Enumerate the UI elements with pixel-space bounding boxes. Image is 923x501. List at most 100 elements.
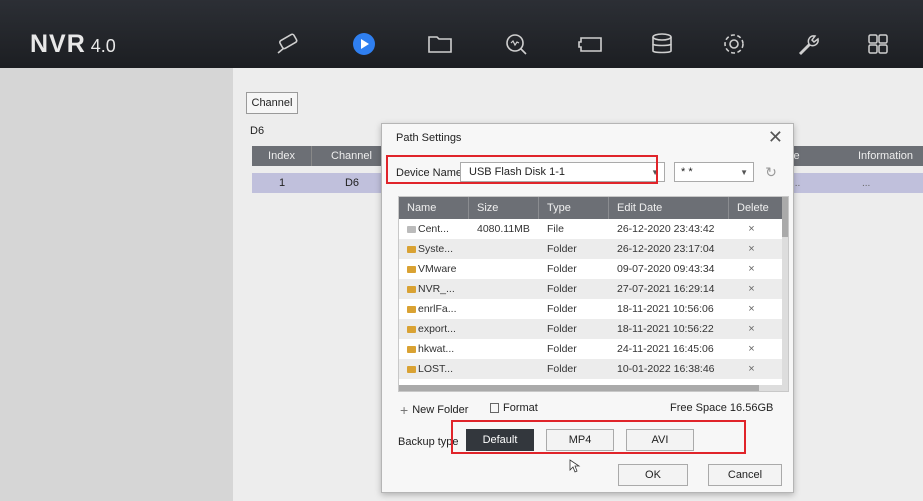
file-type: Folder: [547, 323, 577, 335]
file-type: Folder: [547, 343, 577, 355]
file-size: [469, 279, 539, 299]
event-icon[interactable]: [574, 30, 606, 58]
cell-information: ...: [862, 177, 871, 189]
new-folder-button[interactable]: + New Folder: [400, 402, 468, 418]
delete-icon[interactable]: ×: [729, 299, 774, 319]
file-name: LOST...: [399, 359, 469, 379]
plus-icon: +: [400, 402, 409, 418]
file-edit-date: 18-11-2021 10:56:06: [617, 303, 714, 315]
horizontal-scrollbar[interactable]: [399, 385, 784, 391]
delete-icon[interactable]: ×: [729, 239, 774, 259]
table-row[interactable]: enrlFa... Folder 18-11-2021 10:56:06 ×: [399, 299, 788, 319]
mouse-cursor-icon: [569, 459, 581, 473]
file-type: File: [547, 223, 564, 235]
ok-button[interactable]: OK: [618, 464, 688, 486]
folder-icon: [407, 325, 416, 333]
file-edit-date: 10-01-2022 16:38:46: [617, 363, 715, 375]
file-name: Cent...: [399, 219, 469, 239]
camera-icon[interactable]: [272, 30, 304, 58]
file-size: [469, 359, 539, 379]
format-label: Format: [503, 402, 538, 414]
table-row[interactable]: VMware Folder 09-07-2020 09:43:34 ×: [399, 259, 788, 279]
file-size: [469, 299, 539, 319]
file-size: 4080.11MB: [477, 223, 530, 235]
file-type: Folder: [547, 363, 577, 375]
bg-table-header-right: ze Information: [780, 146, 923, 166]
table-row[interactable]: Syste... Folder 26-12-2020 23:17:04 ×: [399, 239, 788, 259]
header-index: Index: [252, 146, 312, 166]
filter-value: * *: [681, 166, 693, 178]
file-name-text: NVR_...: [418, 283, 455, 295]
new-folder-label: New Folder: [412, 404, 469, 416]
delete-icon[interactable]: ×: [729, 319, 774, 339]
file-edit-date: 09-07-2020 09:43:34: [617, 263, 715, 275]
file-edit-date: 27-07-2021 16:29:14: [617, 283, 715, 295]
file-name: hkwat...: [399, 339, 469, 359]
col-type[interactable]: Type: [539, 197, 609, 219]
folder-icon: [407, 345, 416, 353]
settings-icon[interactable]: [718, 30, 750, 58]
col-size[interactable]: Size: [469, 197, 539, 219]
refresh-icon[interactable]: ↻: [762, 163, 780, 181]
table-row[interactable]: hkwat... Folder 24-11-2021 16:45:06 ×: [399, 339, 788, 359]
file-name-text: VMware: [418, 263, 457, 275]
file-type: Folder: [547, 243, 577, 255]
file-name-text: Syste...: [418, 243, 454, 255]
wrench-icon[interactable]: [792, 30, 824, 58]
folder-icon: [407, 365, 416, 373]
search-icon[interactable]: [500, 30, 532, 58]
storage-icon[interactable]: [646, 30, 678, 58]
file-edit-date: 26-12-2020 23:43:42: [617, 223, 715, 235]
table-row-right[interactable]: ... ...: [780, 173, 923, 193]
file-table-header: Name Size Type Edit Date Delete: [399, 197, 788, 219]
file-size: [469, 339, 539, 359]
cancel-button[interactable]: Cancel: [708, 464, 782, 486]
logo-version: 4.0: [90, 36, 116, 56]
file-name-text: Cent...: [418, 223, 449, 235]
cell-index: 1: [278, 177, 286, 189]
dialog-title: Path Settings: [396, 132, 462, 144]
file-name: VMware: [399, 259, 469, 279]
dropdown-arrow-icon: ▼: [740, 167, 748, 177]
folder-icon[interactable]: [424, 30, 456, 58]
table-row[interactable]: 1 D6: [252, 173, 392, 193]
cell-channel: D6: [344, 177, 360, 189]
file-rows: Cent... 4080.11MB File 26-12-2020 23:43:42 ×…: [399, 219, 788, 379]
format-button[interactable]: Format: [490, 402, 538, 414]
bg-table-header: Index Channel: [252, 146, 392, 166]
file-name-text: LOST...: [418, 363, 454, 375]
file-icon: [407, 225, 416, 233]
file-edit-date: 18-11-2021 10:56:22: [617, 323, 714, 335]
vertical-scrollbar[interactable]: [782, 197, 788, 391]
file-size: [469, 239, 539, 259]
file-size: [469, 259, 539, 279]
col-name[interactable]: Name: [399, 197, 469, 219]
delete-icon[interactable]: ×: [729, 279, 774, 299]
file-name: enrlFa...: [399, 299, 469, 319]
free-space-text: Free Space 16.56GB: [670, 402, 774, 414]
header-information: Information: [858, 150, 914, 162]
format-icon: [490, 403, 499, 413]
file-type: Folder: [547, 283, 577, 295]
delete-icon[interactable]: ×: [729, 219, 774, 239]
table-row[interactable]: LOST... Folder 10-01-2022 16:38:46 ×: [399, 359, 788, 379]
file-size: [469, 319, 539, 339]
filter-select[interactable]: * * ▼: [674, 162, 754, 182]
col-edit-date[interactable]: Edit Date: [609, 197, 729, 219]
file-name-text: hkwat...: [418, 343, 455, 355]
file-name-text: enrlFa...: [418, 303, 457, 315]
play-icon[interactable]: [348, 30, 380, 58]
table-row[interactable]: export... Folder 18-11-2021 10:56:22 ×: [399, 319, 788, 339]
table-row[interactable]: NVR_... Folder 27-07-2021 16:29:14 ×: [399, 279, 788, 299]
delete-icon[interactable]: ×: [729, 339, 774, 359]
file-edit-date: 26-12-2020 23:17:04: [617, 243, 715, 255]
close-icon[interactable]: ✕: [768, 128, 783, 146]
grid-icon[interactable]: [862, 30, 894, 58]
table-row[interactable]: Cent... 4080.11MB File 26-12-2020 23:43:42 ×: [399, 219, 788, 239]
backup-type-label: Backup type: [398, 436, 459, 448]
delete-icon[interactable]: ×: [729, 259, 774, 279]
channel-button[interactable]: Channel: [246, 92, 298, 114]
delete-icon[interactable]: ×: [729, 359, 774, 379]
nvr-logo: NVR 4.0: [30, 30, 116, 59]
file-type: Folder: [547, 303, 577, 315]
